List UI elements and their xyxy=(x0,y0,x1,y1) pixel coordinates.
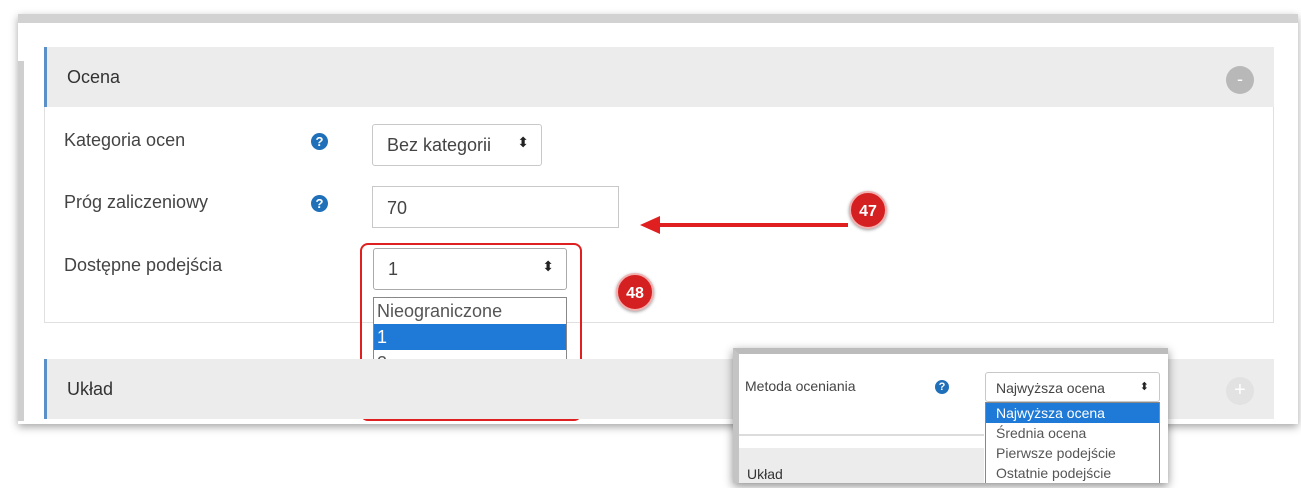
help-icon[interactable]: ? xyxy=(311,195,328,212)
section-title-uklad-inset: Układ xyxy=(747,466,783,482)
select-arrow-icon: ⬍ xyxy=(1139,381,1149,393)
frame-edge xyxy=(18,61,24,421)
grading-method-label: Metoda oceniania xyxy=(745,378,856,394)
grading-method-option[interactable]: Ostatnie podejście xyxy=(986,463,1159,483)
grade-category-label: Kategoria ocen xyxy=(64,130,186,150)
attempts-label: Dostępne podejścia xyxy=(64,255,223,275)
grading-method-option[interactable]: Średnia ocena xyxy=(986,423,1159,443)
grade-category-select[interactable]: Bez kategorii ⬍ xyxy=(372,124,542,166)
divider xyxy=(739,434,984,436)
annotation-arrow xyxy=(658,223,848,227)
collapse-icon[interactable]: - xyxy=(1226,66,1254,94)
grading-method-dropdown-list[interactable]: Najwyższa ocena Średnia ocena Pierwsze p… xyxy=(985,402,1160,483)
pass-grade-input[interactable]: 70 xyxy=(372,186,619,228)
pass-grade-value: 70 xyxy=(387,198,408,218)
section-body-ocena xyxy=(44,107,1274,323)
expand-icon[interactable]: + xyxy=(1226,377,1254,405)
inset-screenshot: Metoda oceniania ? Najwyższa ocena ⬍ Ukł… xyxy=(733,348,1168,483)
grade-category-value: Bez kategorii xyxy=(387,135,492,155)
grading-method-option-selected[interactable]: Najwyższa ocena xyxy=(986,403,1159,423)
grading-method-value: Najwyższa ocena xyxy=(996,380,1105,396)
grading-method-select[interactable]: Najwyższa ocena ⬍ xyxy=(985,372,1160,402)
help-icon[interactable]: ? xyxy=(935,380,949,394)
badge-48: 48 xyxy=(616,273,654,311)
section-title-uklad: Układ xyxy=(67,379,114,399)
arrow-head-icon xyxy=(640,216,660,234)
section-header-ocena[interactable]: Ocena - xyxy=(44,47,1274,107)
help-icon[interactable]: ? xyxy=(311,133,328,150)
grading-method-option[interactable]: Pierwsze podejście xyxy=(986,443,1159,463)
pass-grade-label: Próg zaliczeniowy xyxy=(64,192,209,212)
section-title-ocena: Ocena xyxy=(67,67,121,87)
badge-47: 47 xyxy=(849,191,887,229)
select-arrow-icon: ⬍ xyxy=(517,134,529,150)
